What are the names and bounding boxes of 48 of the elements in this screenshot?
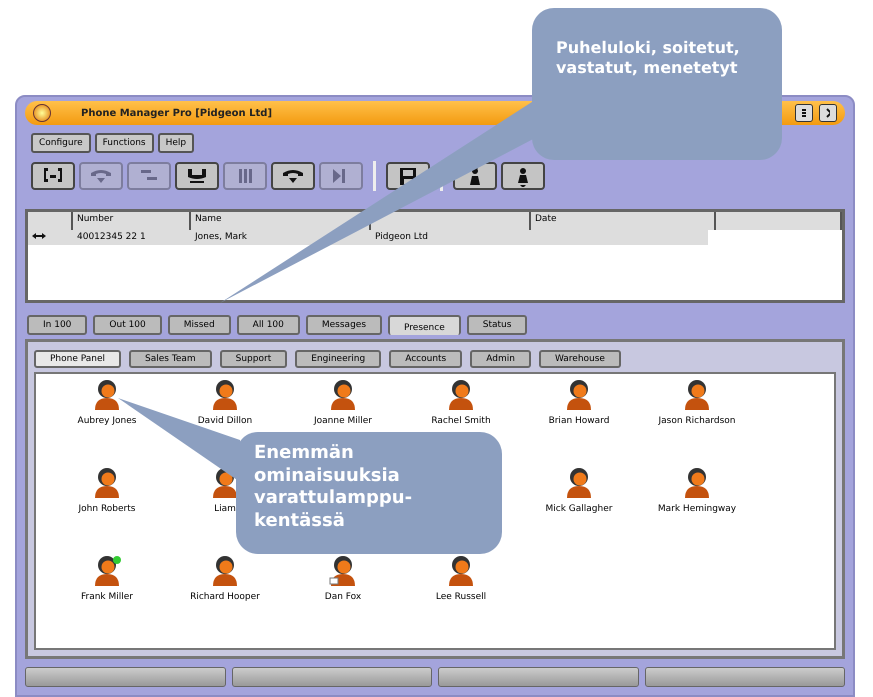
- group-tab[interactable]: Sales Team: [129, 350, 212, 368]
- group-tab[interactable]: Phone Panel: [34, 350, 122, 368]
- group-tab[interactable]: Warehouse: [538, 350, 621, 368]
- toolbar-button[interactable]: [31, 162, 75, 190]
- tab[interactable]: Status: [466, 315, 528, 335]
- contact-name[interactable]: Richard Hooper: [190, 592, 260, 602]
- menu-button[interactable]: Help: [158, 133, 194, 153]
- column-header[interactable]: [28, 212, 73, 230]
- contact-name[interactable]: David Dillon: [198, 416, 252, 426]
- group-tab[interactable]: Accounts: [389, 350, 462, 368]
- toolbar-button[interactable]: [501, 162, 545, 190]
- menu-icon[interactable]: [795, 104, 813, 122]
- toolbar-button[interactable]: [175, 162, 219, 190]
- column-header[interactable]: Date: [531, 212, 716, 230]
- contact-name[interactable]: Brian Howard: [548, 416, 610, 426]
- table-cell-text: Pidgeon Ltd: [374, 231, 430, 244]
- table-cell-text: Jones, Mark: [194, 231, 248, 244]
- contact-name[interactable]: John Roberts: [78, 504, 136, 514]
- contact-name[interactable]: Mick Gallagher: [546, 504, 612, 514]
- table-cell-text: 40012345 22 1: [76, 231, 147, 244]
- contact-name[interactable]: Frank Miller: [80, 592, 134, 602]
- contact-name[interactable]: Aubrey Jones: [78, 416, 136, 426]
- tab[interactable]: All 100: [236, 315, 300, 335]
- tab[interactable]: Messages: [306, 315, 382, 335]
- contact-name[interactable]: Lee Russell: [436, 592, 486, 602]
- contact-name[interactable]: Dan Fox: [324, 592, 362, 602]
- group-tab[interactable]: Support: [220, 350, 288, 368]
- menu-button[interactable]: Configure: [31, 133, 91, 153]
- menu-button[interactable]: Functions: [94, 133, 154, 153]
- toolbar-button[interactable]: [271, 162, 315, 190]
- contact-name[interactable]: Joanne Miller: [314, 416, 372, 426]
- callout-bubble: Enemmän ominaisuuksia varattulamppu-kentässä: [236, 432, 502, 554]
- app-icon: [33, 104, 51, 122]
- group-tab[interactable]: Admin: [470, 350, 531, 368]
- tab[interactable]: In 100: [27, 315, 88, 335]
- table-row[interactable]: 40012345 22 1 Jones, Mark Pidgeon Ltd: [28, 230, 708, 245]
- tab[interactable]: Out 100: [93, 315, 162, 335]
- window-title: Phone Manager Pro [Pidgeon Ltd]: [81, 108, 272, 118]
- tab[interactable]: Missed: [168, 315, 231, 335]
- group-tab[interactable]: Engineering: [295, 350, 382, 368]
- column-header[interactable]: Number: [73, 212, 191, 230]
- tab[interactable]: Presence: [388, 315, 461, 335]
- contact-name[interactable]: Mark Hemingway: [658, 504, 736, 514]
- contact-name[interactable]: Rachel Smith: [431, 416, 491, 426]
- contact-name[interactable]: Jason Richardson: [658, 416, 736, 426]
- call-arrows-icon: [32, 232, 46, 240]
- callout-bubble: Puheluloki, soitetut, vastatut, menetetyt: [532, 8, 782, 160]
- contact-name[interactable]: Liam: [214, 504, 236, 514]
